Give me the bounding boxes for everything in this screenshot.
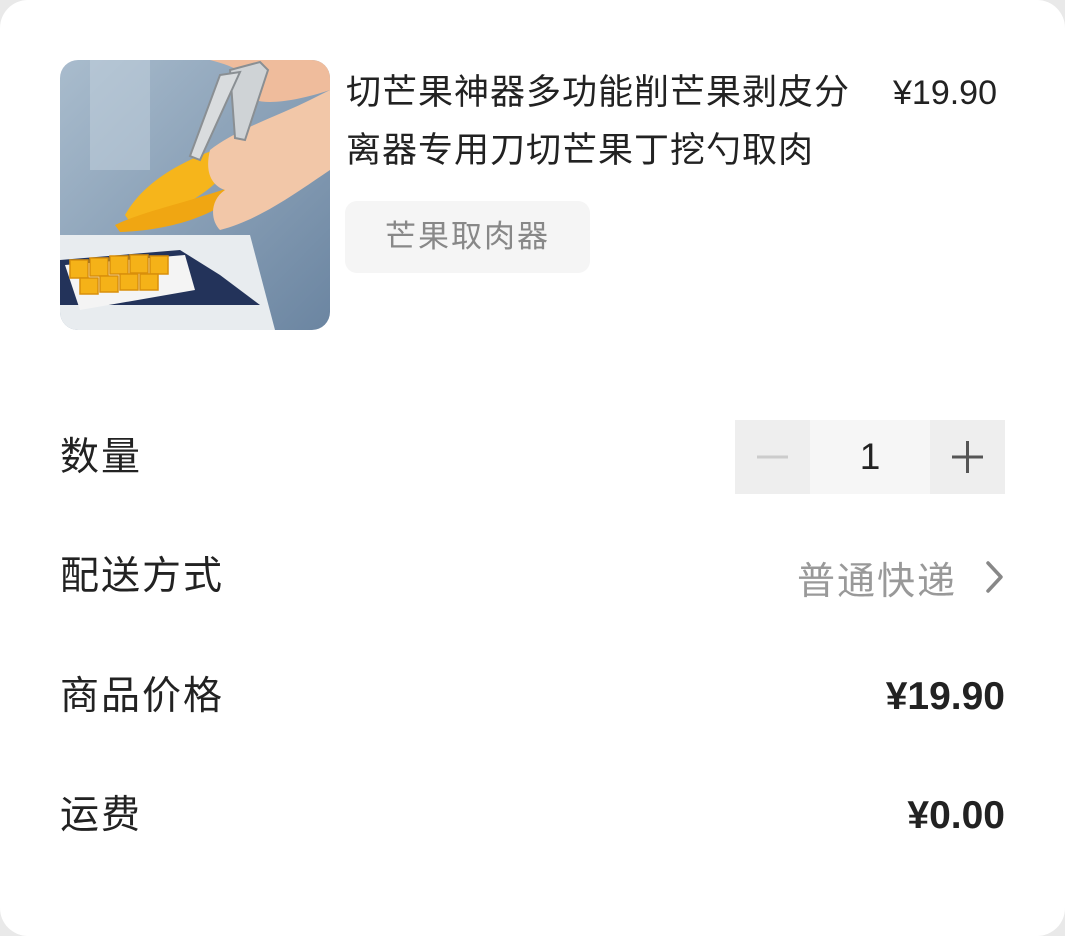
item-price-row: 商品价格 ¥19.90: [60, 659, 1005, 735]
increase-button[interactable]: [930, 420, 1005, 494]
order-card: 切芒果神器多功能削芒果剥皮分离器专用刀切芒果丁挖勺取肉 ¥19.90 芒果取肉器…: [0, 0, 1065, 936]
freight-label: 运费: [60, 793, 143, 838]
product-image[interactable]: [60, 60, 330, 330]
shipping-row[interactable]: 配送方式 普通快递: [60, 539, 1005, 615]
freight-row: 运费 ¥0.00: [60, 778, 1005, 854]
product-title: 切芒果神器多功能削芒果剥皮分离器专用刀切芒果丁挖勺取肉: [346, 73, 851, 171]
item-price-label: 商品价格: [60, 674, 225, 719]
spec-tag[interactable]: 芒果取肉器: [345, 201, 590, 273]
freight-value: ¥0.00: [907, 794, 1005, 837]
shipping-label: 配送方式: [60, 554, 225, 599]
plus-icon: [952, 441, 983, 473]
quantity-stepper: 1: [735, 420, 1005, 494]
shipping-selector[interactable]: 普通快递: [797, 539, 1005, 615]
quantity-row: 数量 1: [60, 420, 1005, 496]
quantity-value[interactable]: 1: [810, 420, 930, 494]
item-price-value: ¥19.90: [885, 675, 1005, 718]
shipping-value: 普通快递: [796, 558, 957, 603]
mango-slicer-photo: [60, 60, 330, 330]
decrease-button[interactable]: [735, 420, 810, 494]
quantity-label: 数量: [60, 435, 143, 480]
chevron-right-icon: [986, 561, 1003, 593]
minus-icon: [757, 455, 788, 459]
product-price: ¥19.90: [893, 74, 997, 112]
